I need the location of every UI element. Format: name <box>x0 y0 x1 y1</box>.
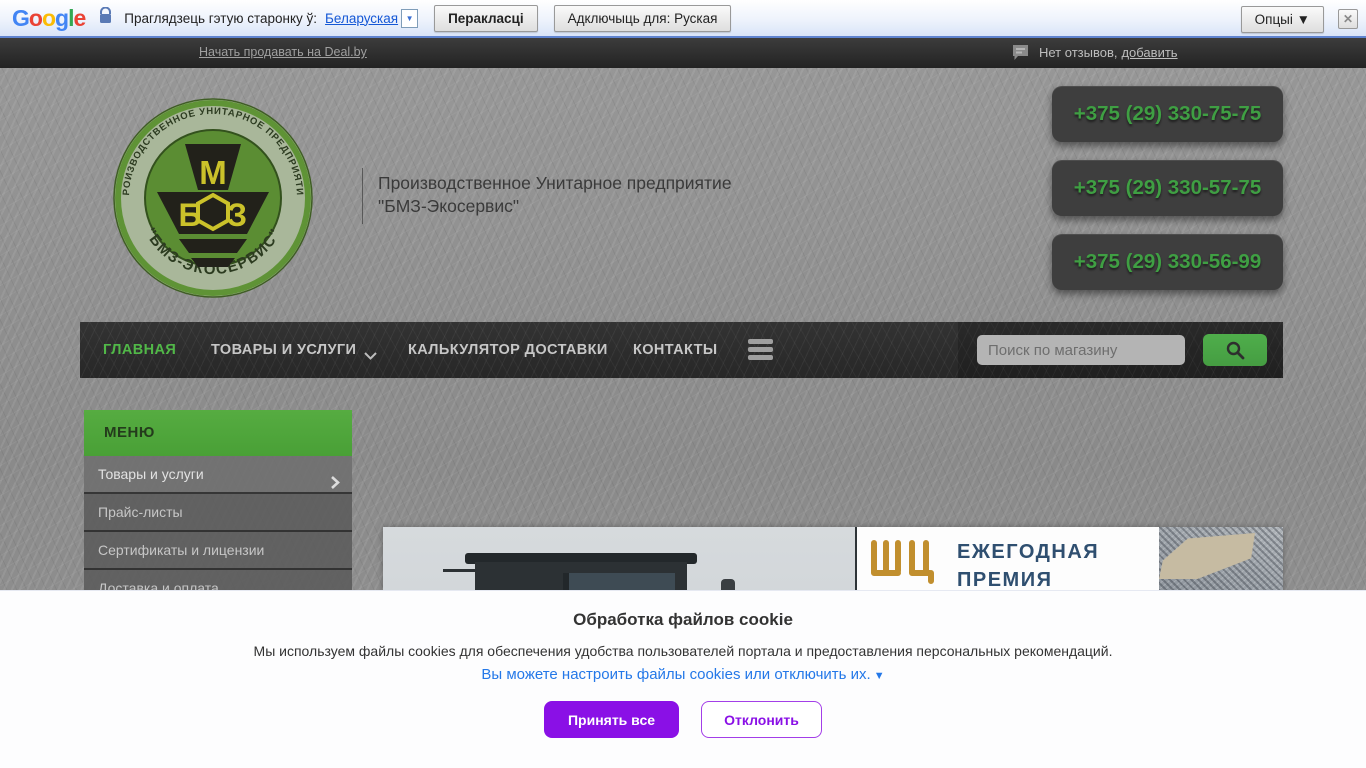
chevron-down-icon[interactable] <box>364 347 377 365</box>
sidebar-menu: МЕНЮ Товары и услуги Прайс-листы Сертифи… <box>84 410 352 608</box>
logo-letter-m: М <box>199 154 227 191</box>
translate-prompt-label: Праглядзець гэтую старонку ў: <box>124 10 318 26</box>
disable-translate-button[interactable]: Адключыць для: Руская <box>553 4 732 32</box>
phone-button[interactable]: +375 (29) 330-75-75 <box>1052 86 1283 142</box>
translate-button[interactable]: Перакласці <box>434 4 538 32</box>
close-icon[interactable]: ✕ <box>1338 9 1358 29</box>
page: Google Праглядзець гэтую старонку ў: Бел… <box>0 0 1366 768</box>
award-title-line1: ЕЖЕГОДНАЯ <box>957 541 1100 563</box>
phone-button[interactable]: +375 (29) 330-57-75 <box>1052 160 1283 216</box>
sidebar-item-products[interactable]: Товары и услуги <box>84 456 352 494</box>
google-logo: Google <box>12 4 86 32</box>
chevron-down-icon: ▼ <box>873 670 885 682</box>
nav-item-home[interactable]: ГЛАВНАЯ <box>103 322 176 378</box>
logo-letter: o <box>41 4 56 31</box>
main-navbar: ГЛАВНАЯ ТОВАРЫ И УСЛУГИ КАЛЬКУЛЯТОР ДОСТ… <box>80 322 1283 378</box>
divider <box>362 168 363 224</box>
search-input[interactable] <box>977 335 1185 365</box>
logo-letter: G <box>12 4 30 31</box>
speech-bubble-icon <box>1013 45 1028 60</box>
language-dropdown-button[interactable]: ▼ <box>401 8 419 28</box>
nav-item-products[interactable]: ТОВАРЫ И УСЛУГИ <box>211 322 356 378</box>
reviews-count-text: Нет отзывов, <box>1039 45 1118 60</box>
start-selling-link[interactable]: Начать продавать на Deal.by <box>199 45 367 59</box>
logo-letter: o <box>28 4 43 31</box>
translate-options-button[interactable]: Опцыі ▼ <box>1240 5 1324 33</box>
cookie-dialog-title: Обработка файлов cookie <box>573 610 793 629</box>
cookie-consent-dialog: Обработка файлов cookie Мы используем фа… <box>0 590 1366 768</box>
search-icon <box>1226 341 1245 360</box>
cookie-dialog-body: Мы используем файлы cookies для обеспече… <box>253 643 1113 659</box>
sidebar-menu-title: МЕНЮ <box>84 410 352 456</box>
accept-all-cookies-button[interactable]: Принять все <box>543 701 680 738</box>
decline-cookies-button[interactable]: Отклонить <box>701 701 823 738</box>
company-name-line2: "БМЗ-Экосервис" <box>378 195 520 216</box>
shop-logo[interactable]: ПРОИЗВОДСТВЕННОЕ УНИТАРНОЕ ПРЕДПРИЯТИЕ "… <box>109 90 313 298</box>
chevron-down-icon: ▼ <box>405 13 414 23</box>
company-name-line1: Производственное Унитарное предприятие <box>378 173 732 193</box>
lock-icon <box>99 6 112 29</box>
nav-item-delivery-calculator[interactable]: КАЛЬКУЛЯТОР ДОСТАВКИ <box>408 322 608 378</box>
add-review-link[interactable]: добавить <box>1121 45 1177 60</box>
sidebar-item-price-lists[interactable]: Прайс-листы <box>84 494 352 532</box>
search-area <box>958 322 1283 378</box>
sidebar-item-certificates[interactable]: Сертификаты и лицензии <box>84 532 352 570</box>
award-title-line2: ПРЕМИЯ <box>957 569 1053 591</box>
hamburger-menu-icon[interactable] <box>748 339 773 363</box>
dealby-top-bar: Начать продавать на Deal.by Нет отзывов,… <box>0 38 1366 68</box>
nav-item-contacts[interactable]: КОНТАКТЫ <box>633 322 717 378</box>
logo-letter: e <box>73 4 86 31</box>
logo-letter: g <box>55 4 69 31</box>
cookie-settings-link-text: Вы можете настроить файлы cookies или от… <box>481 666 871 683</box>
company-name: Производственное Унитарное предприятие "… <box>378 172 732 218</box>
google-translate-bar: Google Праглядзець гэтую старонку ў: Бел… <box>0 0 1366 38</box>
reviews-block: Нет отзывов, добавить <box>1011 43 1178 62</box>
phone-button[interactable]: +375 (29) 330-56-99 <box>1052 234 1283 290</box>
sidebar-item-label: Товары и услуги <box>98 466 204 482</box>
language-link[interactable]: Беларуская <box>325 11 398 26</box>
search-button[interactable] <box>1203 334 1267 366</box>
phone-list: +375 (29) 330-75-75 +375 (29) 330-57-75 … <box>1052 86 1283 308</box>
cookie-settings-link[interactable]: Вы можете настроить файлы cookies или от… <box>481 666 884 683</box>
